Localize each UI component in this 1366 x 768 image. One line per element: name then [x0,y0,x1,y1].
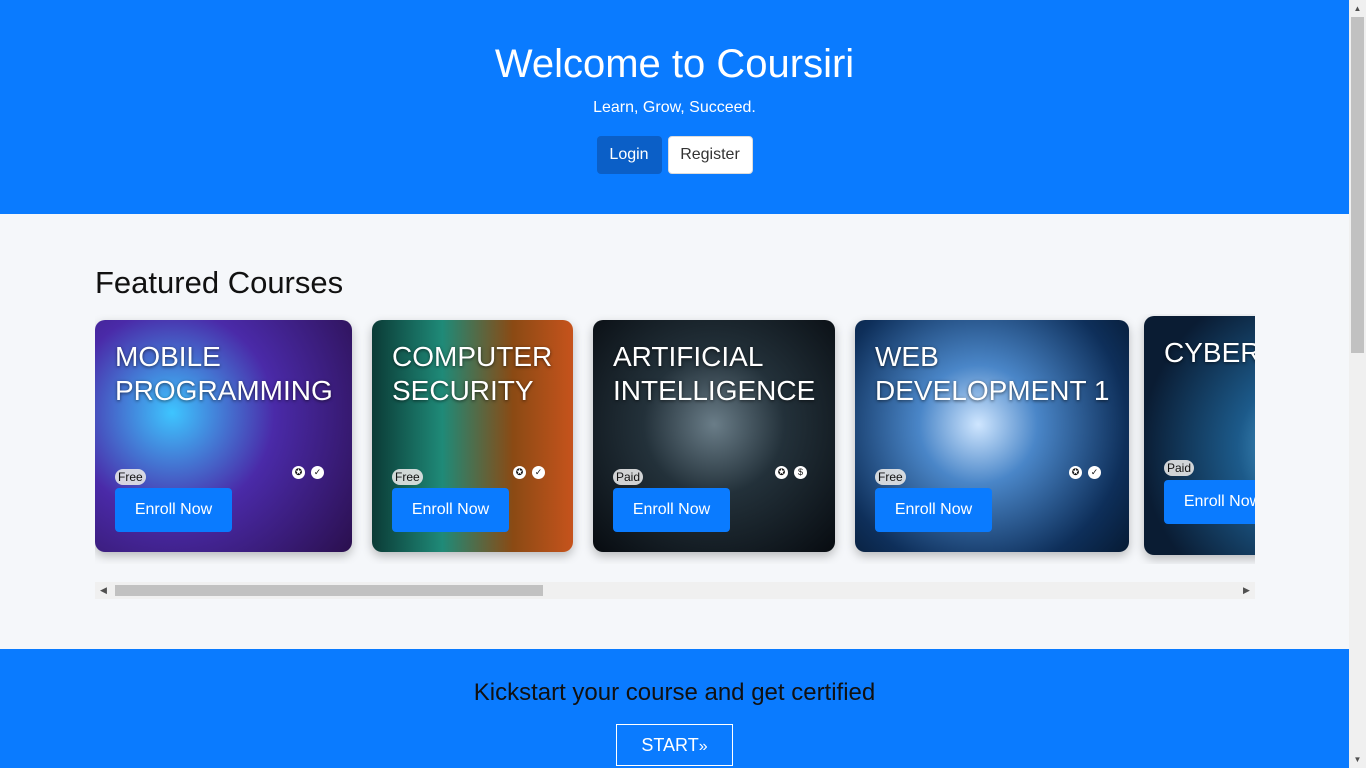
price-badge: Free [875,469,906,485]
course-title: Cyber [1164,337,1255,368]
scrollbar-thumb[interactable] [115,585,543,596]
check-circle-icon: ✓ [311,466,324,479]
course-icons: ✪ ✓ [513,466,545,479]
certificate-icon: ✪ [1069,466,1082,479]
page-scrollbar-thumb[interactable] [1351,17,1364,353]
price-badge: Paid [1164,460,1195,476]
price-badge: Paid [613,469,644,485]
enroll-button[interactable]: Enroll Now [1164,480,1255,524]
certificate-icon: ✪ [775,466,788,479]
login-button[interactable]: Login [596,136,662,174]
course-card-computer-security[interactable]: Computer Security Free ✪ ✓ Enroll Now [372,320,573,552]
certificate-icon: ✪ [513,466,526,479]
dollar-circle-icon: $ [794,466,807,479]
cta-text: Kickstart your course and get certified [473,679,876,706]
enroll-button[interactable]: Enroll Now [392,488,509,532]
site-title: Welcome to Coursiri [494,42,855,86]
start-button[interactable]: START» [616,724,733,766]
price-badge: Free [392,469,423,485]
enroll-button[interactable]: Enroll Now [115,488,232,532]
hero-banner: Welcome to Coursiri Learn, Grow, Succeed… [0,0,1349,214]
course-title: Artificial Intelligence [613,341,816,406]
course-card-web-development[interactable]: Web Development 1 Free ✪ ✓ Enroll Now [855,320,1129,552]
auth-buttons: Login Register [0,136,1349,174]
certificate-icon: ✪ [292,466,305,479]
course-card-cyber[interactable]: Cyber Paid Enroll Now [1144,316,1255,555]
check-circle-icon: ✓ [1088,466,1101,479]
cta-section: Kickstart your course and get certified … [0,649,1349,768]
carousel-scrollbar[interactable]: ◀ ▶ [95,582,1255,599]
check-circle-icon: ✓ [532,466,545,479]
start-label: START [641,734,699,755]
course-icons: ✪ ✓ [292,466,324,479]
page-scrollbar[interactable]: ▲ ▼ [1349,0,1366,768]
price-badge: Free [115,469,146,485]
site-tagline: Learn, Grow, Succeed. [593,99,756,116]
course-card-artificial-intelligence[interactable]: Artificial Intelligence Paid ✪ $ Enroll … [593,320,835,552]
course-title: Mobile Programming [115,341,333,406]
course-carousel[interactable]: Mobile Programming Free ✪ ✓ Enroll Now C… [95,314,1255,564]
course-icons: ✪ ✓ [1069,466,1101,479]
course-card-mobile-programming[interactable]: Mobile Programming Free ✪ ✓ Enroll Now [95,320,352,552]
scroll-left-arrow-icon[interactable]: ◀ [95,582,112,599]
double-chevron-right-icon: » [698,737,708,755]
scroll-up-arrow-icon[interactable]: ▲ [1349,0,1366,17]
scroll-down-arrow-icon[interactable]: ▼ [1349,751,1366,768]
course-title: Web Development 1 [875,341,1110,406]
enroll-button[interactable]: Enroll Now [875,488,992,532]
register-button[interactable]: Register [667,136,753,174]
course-icons: ✪ $ [775,466,807,479]
featured-courses-heading: Featured Courses [95,265,344,300]
scroll-right-arrow-icon[interactable]: ▶ [1238,582,1255,599]
course-title: Computer Security [392,341,553,406]
enroll-button[interactable]: Enroll Now [613,488,730,532]
